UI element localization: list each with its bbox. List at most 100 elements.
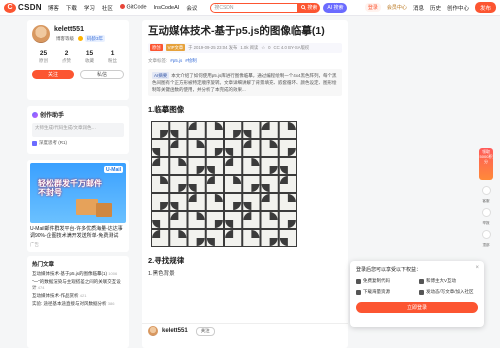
ai-summary-badge: AI摘要 [152, 71, 170, 79]
code-age-badge: 码龄3年 [85, 35, 106, 42]
benefit-item: 发动态/写文章/加入社区 [419, 289, 478, 295]
nav-item-blog[interactable]: 博客 [48, 4, 59, 12]
customer-service-icon[interactable] [481, 186, 491, 195]
download-icon [356, 289, 361, 295]
report-icon[interactable] [481, 208, 491, 217]
profile-stats: 25 原创 2 点赞 15 收藏 1 粉丝 [32, 50, 124, 64]
nav-item-learn[interactable]: 学习 [84, 4, 95, 12]
original-tag: 原创 [150, 44, 163, 52]
message-button[interactable]: 私信 [80, 70, 124, 79]
hot-article-title: 互动媒体技术-作品赏析 [32, 293, 79, 299]
hot-article-title: 实验: 途径基本途直接与对风数据分析 [32, 301, 107, 307]
blog-level-badge: 博客等级 [54, 35, 76, 42]
stat-original[interactable]: 25 原创 [39, 50, 48, 64]
side-tools: 客服 举报 顶部 [479, 186, 493, 248]
stat-likes-num: 2 [64, 50, 69, 57]
nav-right-group: 登录 会员中心 消息 历史 创作中心 发布 [364, 2, 496, 13]
hot-article-title: 互动媒体技术-基于p5.js的图像临摹(1) [32, 271, 108, 276]
stat-fans-label: 粉丝 [108, 58, 117, 63]
tags-label: 文章标签: [148, 57, 168, 63]
login-now-button[interactable]: 立即登录 [356, 302, 478, 313]
author-bottom-bar: kelett551 关注 [142, 323, 348, 338]
close-icon[interactable]: × [475, 265, 479, 271]
assistant-title: 创作助手 [40, 113, 65, 119]
stat-original-num: 25 [39, 50, 48, 57]
nav-item-inscodeai[interactable]: InsCodeAI [154, 5, 180, 11]
ad-text[interactable]: U-Mail邮件群发平台-许多优质海量-达达事调90%-企图技术满开发送所单-免… [30, 226, 126, 241]
popup-title: 登录后您可以享受以下权益： [356, 267, 422, 273]
nav-item-download[interactable]: 下载 [66, 4, 77, 12]
section-heading-2: 2.寻找规律 [148, 256, 185, 266]
vip-tag: VIP文章 [165, 44, 186, 52]
avatar[interactable] [32, 25, 50, 43]
back-to-top-icon[interactable] [481, 230, 491, 239]
stat-favorites-num: 15 [85, 50, 94, 57]
history-link[interactable]: 历史 [430, 4, 441, 12]
hot-article-title: "一"的数据渲染与主观搭差之间的关联交互设计 [32, 279, 121, 291]
like-count: 0 [268, 45, 271, 51]
hot-articles-card: 热门文章 互动媒体技术-基于p5.js的图像临摹(1) 1006 "一"的数据渲… [27, 256, 129, 348]
license-text[interactable]: CC 4.0 BY-SA版权 [274, 45, 310, 51]
login-link[interactable]: 登录 [364, 3, 381, 12]
stat-favorites[interactable]: 15 收藏 [85, 50, 94, 64]
subsection-heading: 1.黑色背景 [148, 271, 175, 278]
ad-box-graphic-2 [96, 203, 112, 217]
level-medal-icon [78, 36, 83, 41]
community-icon [419, 289, 424, 295]
messages-link[interactable]: 消息 [413, 4, 424, 12]
stat-fans[interactable]: 1 粉丝 [108, 50, 117, 64]
artwork-image[interactable] [151, 121, 297, 248]
ad-card[interactable]: U-Mail 轻松群发千万邮件 不封号 U-Mail邮件群发平台-许多优质海量-… [27, 160, 129, 252]
profile-username[interactable]: kelett551 [54, 26, 105, 33]
hot-article-item[interactable]: 实验: 途径基本途直接与对风数据分析 386 [32, 301, 124, 307]
benefit-label: 免费复制代码 [363, 278, 390, 283]
hot-article-item[interactable]: 互动媒体技术-作品赏析 421 [32, 293, 124, 299]
ai-summary-text: 本文介绍了如何使用p5.js库进行图像临摹，通过编程绘制一个4x4黑色阵列，每个… [152, 72, 337, 92]
deep-think-toggle[interactable]: 深度思考 (R1) [32, 140, 124, 146]
search-input[interactable]: 搜CSDN [210, 2, 299, 13]
article-tags: 文章标签: #p5.js #绘制 [148, 58, 342, 64]
points-reward-badge[interactable]: 领取5000积分 [479, 148, 493, 180]
search-button[interactable]: 搜索 [298, 2, 321, 13]
tag-link[interactable]: #绘制 [185, 58, 197, 64]
assistant-input[interactable]: 大师生成/代码生成/文章润色… [32, 123, 124, 137]
interact-icon [419, 278, 424, 284]
vip-center-link[interactable]: 会员中心 [387, 4, 407, 11]
benefit-label: 发动态/写文章/加入社区 [426, 289, 474, 294]
search-placeholder: 搜CSDN [214, 5, 234, 11]
stat-favorites-label: 收藏 [85, 58, 94, 63]
publish-button[interactable]: 发布 [474, 2, 496, 13]
hot-article-views: 474 [37, 285, 45, 291]
ai-search-label: AI 搜索 [327, 5, 344, 11]
csdn-logo[interactable]: C CSDN [4, 2, 42, 13]
author-follow-button[interactable]: 关注 [195, 326, 215, 336]
benefit-label: 和博主大V互动 [426, 278, 457, 283]
ad-box-graphic [76, 199, 98, 215]
article-title: 互动媒体技术-基于p5.js的图像临摹(1) [148, 25, 325, 37]
tag-link[interactable]: #p5.js [170, 58, 182, 64]
star-icon[interactable]: ☆ [261, 45, 265, 51]
creator-center-link[interactable]: 创作中心 [447, 4, 469, 12]
benefit-item: 下载海量资源 [356, 289, 415, 295]
nav-item-community[interactable]: 社区 [102, 4, 113, 12]
assistant-placeholder: 大师生成/代码生成/文章润色… [35, 125, 96, 130]
hot-article-views: 421 [79, 293, 87, 299]
stat-original-label: 原创 [39, 58, 48, 63]
follow-button[interactable]: 关注 [32, 70, 74, 79]
search-button-label: 搜索 [307, 5, 318, 11]
hot-articles-title: 热门文章 [32, 262, 55, 268]
ai-search-button[interactable]: AI 搜索 [323, 2, 348, 13]
ad-brand: U-Mail [104, 166, 123, 173]
stat-likes[interactable]: 2 点赞 [62, 50, 71, 64]
author-avatar[interactable] [148, 326, 158, 336]
nav-item-meeting[interactable]: 会议 [186, 4, 197, 12]
hot-article-item[interactable]: "一"的数据渲染与主观搭差之间的关联交互设计 474 [32, 279, 124, 291]
top-navigation-bar: C CSDN 博客 下载 学习 社区 GitCode InsCodeAI 会议 … [0, 0, 500, 16]
benefit-item: 和博主大V互动 [419, 278, 478, 284]
author-name[interactable]: kelett551 [162, 328, 188, 334]
creation-assistant-card: 创作助手 大师生成/代码生成/文章润色… 深度思考 (R1) [27, 106, 129, 154]
nav-item-gitcode[interactable]: GitCode [120, 4, 146, 11]
view-count: 1.0k 阅读 [240, 44, 259, 50]
hot-article-item[interactable]: 互动媒体技术-基于p5.js的图像临摹(1) 1006 [32, 271, 124, 277]
ad-banner-image[interactable]: U-Mail 轻松群发千万邮件 不封号 [30, 163, 126, 223]
